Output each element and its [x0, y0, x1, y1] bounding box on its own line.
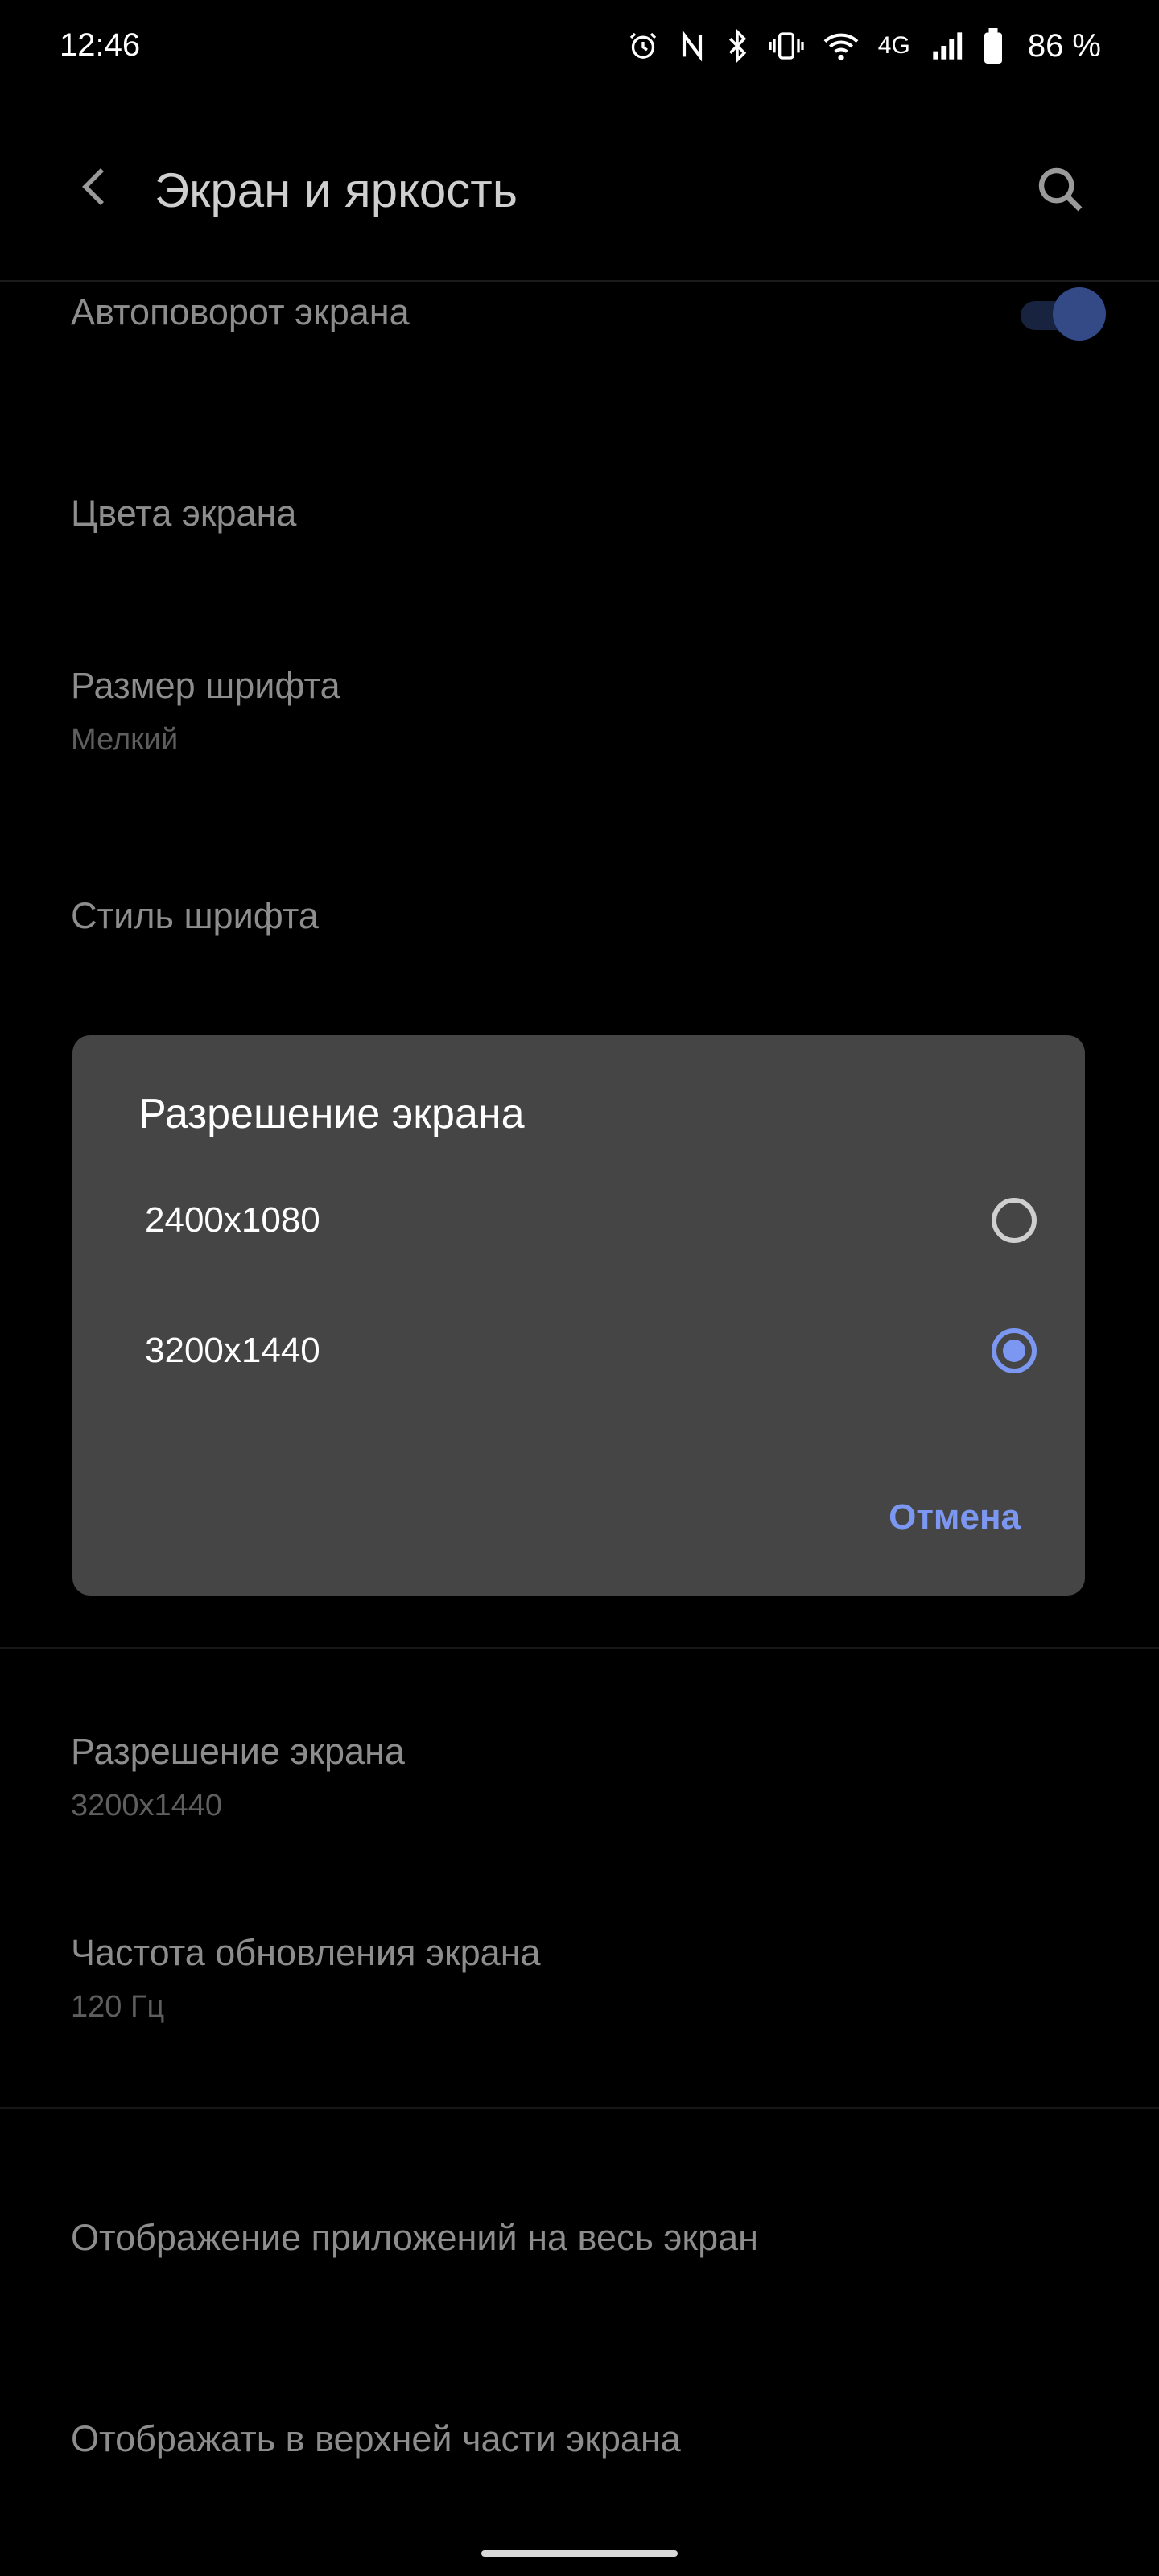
network-4g-icon: 4G	[877, 32, 910, 59]
option-label: 2400x1080	[145, 1200, 320, 1240]
back-button[interactable]	[68, 158, 126, 216]
radio-button-checked[interactable]	[992, 1328, 1037, 1373]
setting-top-display[interactable]: Отображать в верхней части экрана	[71, 2418, 1088, 2460]
status-time: 12:46	[60, 27, 141, 63]
wifi-icon	[823, 30, 859, 62]
setting-resolution[interactable]: Разрешение экрана 3200x1440	[71, 1731, 1088, 1823]
setting-title: Частота обновления экрана	[71, 1932, 541, 1973]
bluetooth-icon	[725, 29, 749, 63]
setting-title: Размер шрифта	[71, 665, 340, 706]
vibrate-icon	[769, 30, 804, 62]
divider	[0, 2107, 1159, 2109]
setting-font-size[interactable]: Размер шрифта Мелкий	[71, 665, 1088, 758]
search-icon	[1038, 167, 1083, 212]
gesture-nav-handle[interactable]	[481, 2550, 678, 2557]
auto-rotate-toggle[interactable]	[1016, 287, 1106, 341]
option-2400x1080[interactable]: 2400x1080	[72, 1156, 1085, 1285]
back-arrow-icon	[82, 168, 104, 205]
setting-value: 120 Гц	[71, 1990, 165, 2024]
page-title: Экран и яркость	[155, 163, 518, 217]
setting-value: 3200x1440	[71, 1789, 223, 1823]
radio-button[interactable]	[992, 1198, 1037, 1243]
status-icons: 4G 86 %	[627, 24, 1101, 68]
divider	[0, 1647, 1159, 1649]
setting-title: Стиль шрифта	[71, 895, 319, 936]
resolution-dialog: Разрешение экрана 2400x1080 3200x1440 От…	[72, 1035, 1085, 1596]
toggle-thumb	[1053, 287, 1106, 341]
battery-percent: 86 %	[1027, 27, 1101, 64]
battery-icon	[983, 28, 1004, 64]
setting-title: Автоповорот экрана	[71, 291, 410, 332]
alarm-icon	[627, 30, 659, 62]
setting-refresh-rate[interactable]: Частота обновления экрана 120 Гц	[71, 1932, 1088, 2025]
option-3200x1440[interactable]: 3200x1440	[72, 1286, 1085, 1415]
search-button[interactable]	[1029, 158, 1093, 222]
setting-auto-rotate[interactable]: Автоповорот экрана	[71, 291, 1088, 333]
signal-icon	[930, 30, 963, 62]
dialog-title: Разрешение экрана	[138, 1091, 525, 1137]
setting-title: Отображать в верхней части экрана	[71, 2418, 681, 2459]
setting-fullscreen-apps[interactable]: Отображение приложений на весь экран	[71, 2217, 1088, 2259]
setting-title: Цвета экрана	[71, 493, 297, 534]
setting-value: Мелкий	[71, 723, 179, 757]
setting-screen-colors[interactable]: Цвета экрана	[71, 493, 1088, 535]
radio-dot	[1003, 1340, 1025, 1362]
nfc-icon	[678, 30, 706, 62]
status-bar: 12:46 4G 86 %	[0, 0, 1159, 93]
setting-font-style[interactable]: Стиль шрифта	[71, 895, 1088, 937]
setting-title: Отображение приложений на весь экран	[71, 2217, 758, 2258]
cancel-button[interactable]: Отмена	[889, 1497, 1021, 1538]
option-label: 3200x1440	[145, 1331, 320, 1370]
app-bar: Экран и яркость	[0, 93, 1159, 282]
setting-title: Разрешение экрана	[71, 1731, 405, 1772]
